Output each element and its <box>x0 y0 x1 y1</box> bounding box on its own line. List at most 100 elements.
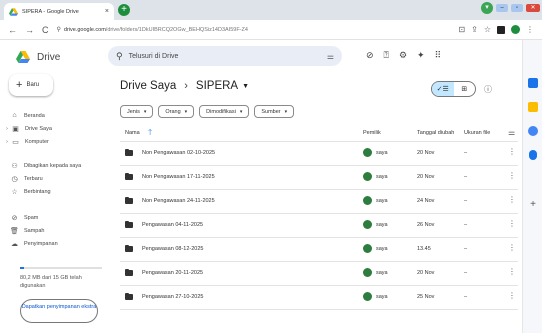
drive-logo-icon[interactable] <box>16 51 30 63</box>
install-app-icon[interactable]: ⊡ <box>458 25 465 34</box>
url-field[interactable]: ⚲ drive.google.com/drive/folders/1DkUIBR… <box>57 23 459 37</box>
chevron-down-icon[interactable]: ▼ <box>242 83 249 90</box>
file-name[interactable]: Non Pengawasan 24-11-2025 <box>142 198 215 204</box>
chevron-down-icon: ▾ <box>184 108 188 115</box>
sidebar-item-label: Spam <box>24 214 39 221</box>
extensions-icon[interactable] <box>497 25 505 34</box>
table-row[interactable]: Pengawasan 27-10-2025 saya 25 Nov – ⋮ <box>120 286 518 309</box>
sidebar-item-trash[interactable]: 🗑 Sampah <box>10 225 44 236</box>
file-name[interactable]: Pengawasan 20-11-2025 <box>142 270 203 276</box>
clock-icon: ◷ <box>11 175 18 183</box>
filter-source[interactable]: Sumber ▾ <box>254 105 295 118</box>
get-more-storage-button[interactable]: Dapatkan penyimpanan ekstra <box>20 299 98 323</box>
reload-icon[interactable]: C <box>42 25 49 35</box>
profile-icon[interactable]: ▾ <box>481 2 493 14</box>
bookmark-star-icon[interactable]: ☆ <box>484 25 491 34</box>
more-actions-icon[interactable]: ⋮ <box>508 171 516 180</box>
offline-status-icon[interactable]: ⊘ <box>366 50 374 61</box>
account-icon[interactable] <box>511 25 520 34</box>
file-owner: saya <box>376 150 388 156</box>
search-box[interactable]: ⚲ Telusuri di Drive ⚌ <box>108 46 342 66</box>
sidebar-item-spam[interactable]: ⊘ Spam <box>10 212 39 223</box>
sidebar-item-recent[interactable]: ◷ Terbaru <box>10 173 42 184</box>
sidebar-item-label: Berbintang <box>24 188 51 195</box>
table-row[interactable]: Non Pengawasan 24-11-2025 saya 24 Nov – ⋮ <box>120 190 518 213</box>
sidebar-item-starred[interactable]: ☆ Berbintang <box>10 186 51 197</box>
gemini-spark-icon[interactable]: ✦ <box>417 50 425 61</box>
folder-icon <box>125 196 133 204</box>
file-name[interactable]: Non Pengawasan 17-11-2025 <box>142 174 215 180</box>
more-actions-icon[interactable]: ⋮ <box>508 267 516 276</box>
contacts-icon[interactable] <box>529 150 537 160</box>
file-name[interactable]: Pengawasan 04-11-2025 <box>142 222 203 228</box>
sort-options-icon[interactable]: ⚌ <box>508 128 515 137</box>
settings-gear-icon[interactable]: ⚙ <box>399 50 407 61</box>
filter-type[interactable]: Jenis ▾ <box>120 105 154 118</box>
address-bar: ← → C ⚲ drive.google.com/drive/folders/1… <box>0 20 542 40</box>
help-icon[interactable]: ⍰ <box>384 50 389 61</box>
filter-modified[interactable]: Dimodifikasi ▾ <box>199 105 250 118</box>
table-row[interactable]: Non Pengawasan 02-10-2025 saya 20 Nov – ⋮ <box>120 142 518 165</box>
add-addon-icon[interactable]: + <box>528 200 538 210</box>
more-actions-icon[interactable]: ⋮ <box>508 147 516 156</box>
table-row[interactable]: Pengawasan 04-11-2025 saya 26 Nov – ⋮ <box>120 214 518 237</box>
column-modified[interactable]: Tanggal diubah <box>417 130 454 136</box>
new-tab-button[interactable]: + <box>118 4 130 16</box>
search-input[interactable]: Telusuri di Drive <box>129 53 327 60</box>
file-name[interactable]: Pengawasan 08-12-2025 <box>142 246 203 252</box>
column-name[interactable]: Nama <box>125 130 140 136</box>
back-icon[interactable]: ← <box>8 25 17 35</box>
list-view-icon[interactable]: ✓☰ <box>432 82 454 96</box>
maximize-icon[interactable]: ▫ <box>511 4 523 12</box>
more-actions-icon[interactable]: ⋮ <box>508 243 516 252</box>
tasks-icon[interactable] <box>528 126 538 136</box>
new-button[interactable]: + Baru <box>9 74 53 96</box>
more-actions-icon[interactable]: ⋮ <box>508 219 516 228</box>
table-row[interactable]: Non Pengawasan 17-11-2025 saya 20 Nov – ⋮ <box>120 166 518 189</box>
more-actions-icon[interactable]: ⋮ <box>508 291 516 300</box>
file-modified: 20 Nov <box>417 150 435 156</box>
breadcrumb-current[interactable]: SIPERA <box>196 80 238 92</box>
calendar-icon[interactable] <box>528 78 538 88</box>
browser-tab[interactable]: SIPERA - Google Drive × <box>4 3 114 20</box>
sidebar-item-storage[interactable]: ☁ Penyimpanan <box>10 238 58 249</box>
search-options-icon[interactable]: ⚌ <box>327 52 334 61</box>
share-icon[interactable]: ⇪ <box>471 25 478 34</box>
browser-menu-icon[interactable]: ⋮ <box>526 25 534 34</box>
folder-icon <box>125 220 133 228</box>
brand-name[interactable]: Drive <box>37 52 60 63</box>
forward-icon[interactable]: → <box>25 25 34 35</box>
sidebar-item-computers[interactable]: › ▭ Komputer <box>4 136 49 147</box>
minimize-icon[interactable]: – <box>496 4 508 12</box>
file-owner: saya <box>376 270 388 276</box>
file-name[interactable]: Non Pengawasan 02-10-2025 <box>142 150 215 156</box>
sidebar-item-my-drive[interactable]: › ▣ Drive Saya <box>4 123 52 134</box>
breadcrumb-root[interactable]: Drive Saya <box>120 80 176 92</box>
table-row[interactable]: Pengawasan 08-12-2025 saya 13.45 – ⋮ <box>120 238 518 261</box>
folder-icon <box>125 268 133 276</box>
site-info-icon[interactable]: ⚲ <box>57 26 61 33</box>
breadcrumb: Drive Saya › SIPERA ▼ <box>120 80 249 92</box>
expand-arrow-icon[interactable]: › <box>4 139 10 145</box>
search-icon[interactable]: ⚲ <box>116 51 123 62</box>
apps-grid-icon[interactable]: ⠿ <box>435 50 442 61</box>
filter-people[interactable]: Orang ▾ <box>158 105 195 118</box>
sidebar-item-home[interactable]: ⌂ Beranda <box>10 110 44 121</box>
row-divider <box>120 309 518 310</box>
sort-arrow-up-icon[interactable]: 🡑 <box>148 127 152 141</box>
file-name[interactable]: Pengawasan 27-10-2025 <box>142 294 203 300</box>
file-size: – <box>464 198 468 204</box>
expand-arrow-icon[interactable]: › <box>4 126 10 132</box>
sidebar-item-shared[interactable]: ⚇ Dibagikan kepada saya <box>10 160 81 171</box>
table-header: Nama 🡑 Pemilik Tanggal diubah Ukuran fil… <box>120 127 518 141</box>
file-modified: 26 Nov <box>417 222 435 228</box>
tab-title: SIPERA - Google Drive <box>22 8 79 15</box>
folder-icon <box>125 172 133 180</box>
more-actions-icon[interactable]: ⋮ <box>508 195 516 204</box>
keep-icon[interactable] <box>528 102 538 112</box>
close-window-icon[interactable]: ✕ <box>526 4 540 12</box>
table-row[interactable]: Pengawasan 20-11-2025 saya 20 Nov – ⋮ <box>120 262 518 285</box>
tab-close-icon[interactable]: × <box>105 8 109 15</box>
grid-view-icon[interactable]: ⊞ <box>454 82 476 96</box>
details-info-icon[interactable]: ⓘ <box>484 84 492 95</box>
